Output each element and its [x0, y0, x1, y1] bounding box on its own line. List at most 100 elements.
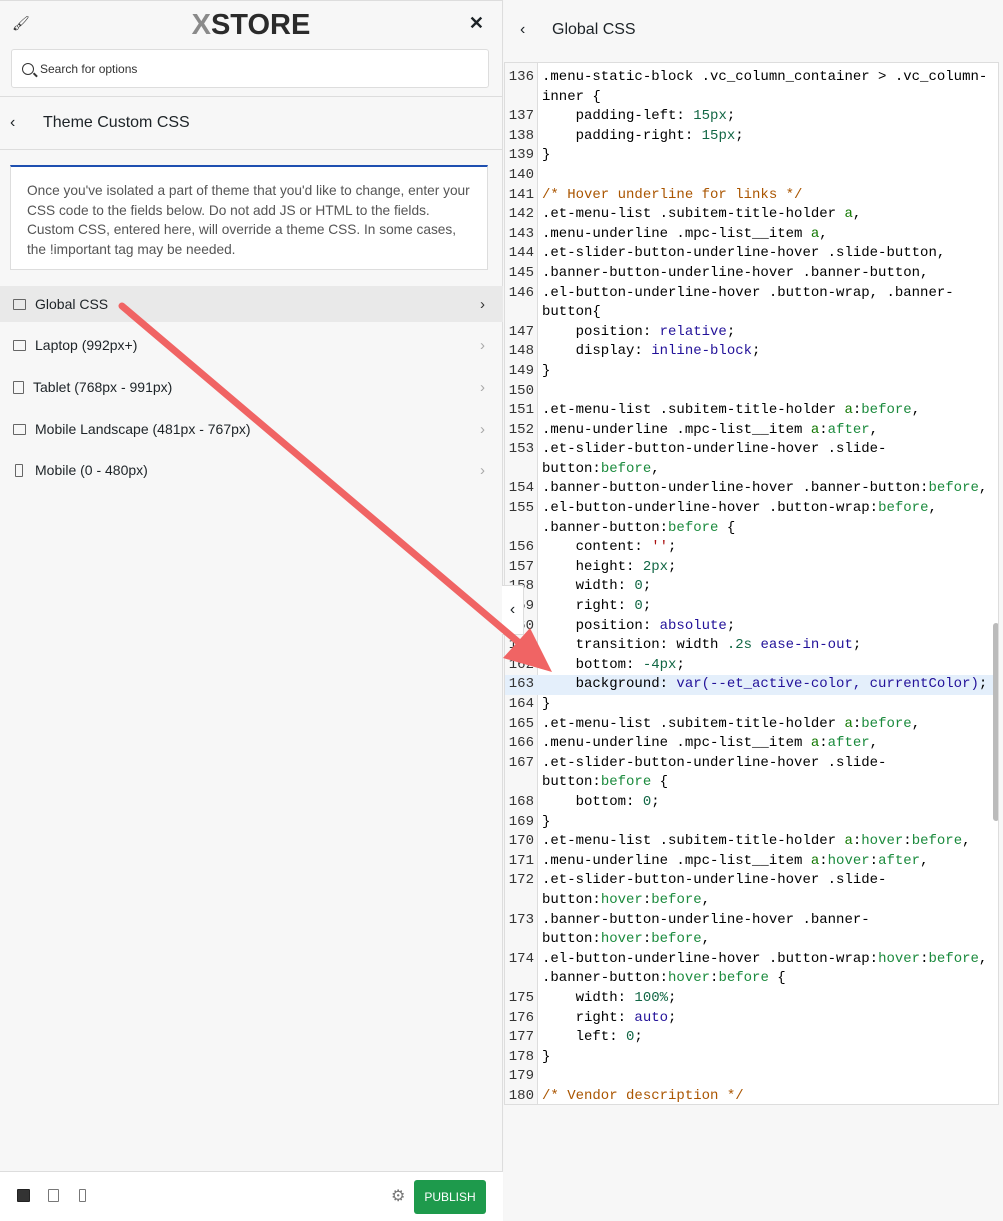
code-line[interactable]: 167 .et-slider-button-underline-hover .sl…: [505, 754, 998, 774]
code-line[interactable]: 180 /* Vendor description */: [505, 1087, 998, 1104]
scrollbar[interactable]: [993, 623, 998, 821]
code-text: .banner-button-underline-hover .banner-b…: [542, 479, 987, 499]
code-token: bottom:: [542, 656, 643, 673]
code-line[interactable]: 145 .banner-button-underline-hover .banne…: [505, 264, 998, 284]
code-text: padding-left: 15px;: [542, 107, 736, 127]
code-line[interactable]: 179: [505, 1067, 998, 1087]
code-line[interactable]: 154 .banner-button-underline-hover .banne…: [505, 479, 998, 499]
code-line[interactable]: button:hover:before,: [505, 930, 998, 950]
code-line[interactable]: 141 /* Hover underline for links */: [505, 186, 998, 206]
code-line[interactable]: 159 right: 0;: [505, 597, 998, 617]
menu-item-label: Mobile Landscape (481px - 767px): [35, 421, 251, 437]
code-line[interactable]: button:hover:before,: [505, 891, 998, 911]
code-text: }: [542, 813, 550, 833]
line-number: 169: [508, 813, 534, 830]
code-token: ;: [735, 127, 744, 144]
mobile-preview-icon[interactable]: [79, 1189, 86, 1202]
code-text: /* Vendor description */: [542, 1087, 744, 1104]
code-token: ;: [634, 1029, 643, 1046]
code-token: button:: [542, 931, 601, 948]
code-line[interactable]: 155 .el-button-underline-hover .button-wr…: [505, 499, 998, 519]
close-icon[interactable]: ✕: [469, 13, 484, 34]
mobile-icon: [15, 463, 23, 477]
code-line[interactable]: 137 padding-left: 15px;: [505, 107, 998, 127]
line-number: 179: [508, 1068, 534, 1085]
code-token: }: [542, 362, 551, 379]
code-text: .banner-button-underline-hover .banner-: [542, 911, 870, 931]
menu-item-tablet[interactable]: Tablet (768px - 991px) ›: [0, 369, 503, 405]
code-line[interactable]: 161 transition: width .2s ease-in-out;: [505, 636, 998, 656]
line-number: 137: [508, 108, 534, 125]
code-text: button{: [542, 303, 601, 323]
code-line[interactable]: 175 width: 100%;: [505, 989, 998, 1009]
code-line[interactable]: 164}: [505, 695, 998, 715]
code-line[interactable]: 162 bottom: -4px;: [505, 656, 998, 676]
line-number: 143: [508, 225, 534, 242]
menu-item-laptop[interactable]: Laptop (992px+) ›: [0, 327, 503, 363]
code-line[interactable]: 148 display: inline-block;: [505, 342, 998, 362]
menu-item-mobile-landscape[interactable]: Mobile Landscape (481px - 767px) ›: [0, 411, 503, 447]
code-line[interactable]: 142 .et-menu-list .subitem-title-holder a…: [505, 205, 998, 225]
code-line[interactable]: .banner-button:before {: [505, 519, 998, 539]
line-number: 152: [508, 421, 534, 438]
tablet-preview-icon[interactable]: [48, 1189, 59, 1202]
back-chevron-icon[interactable]: ‹: [504, 21, 552, 39]
back-chevron-icon[interactable]: ‹: [0, 114, 43, 132]
code-line[interactable]: 151 .et-menu-list .subitem-title-holder a…: [505, 401, 998, 421]
gear-icon[interactable]: ⚙: [391, 1186, 405, 1206]
code-line[interactable]: 173 .banner-button-underline-hover .banne…: [505, 911, 998, 931]
code-token: a: [844, 833, 853, 850]
code-line[interactable]: 147 position: relative;: [505, 323, 998, 343]
code-line[interactable]: 170 .et-menu-list .subitem-title-holder a…: [505, 832, 998, 852]
code-token: ,: [978, 950, 988, 967]
customizer-sidebar: 🖌︎ XSTORE ✕ ‹ Theme Custom CSS Once you'…: [0, 0, 503, 1221]
code-line[interactable]: 150: [505, 382, 998, 402]
code-line[interactable]: 153 .et-slider-button-underline-hover .sl…: [505, 440, 998, 460]
code-line[interactable]: 156 content: '';: [505, 538, 998, 558]
code-line[interactable]: 143 .menu-underline .mpc-list__item a,: [505, 225, 998, 245]
code-line[interactable]: inner {: [505, 88, 998, 108]
code-line[interactable]: 168 bottom: 0;: [505, 793, 998, 813]
code-line[interactable]: 160 position: absolute;: [505, 617, 998, 637]
search-input[interactable]: [40, 61, 440, 76]
code-line[interactable]: 174 .el-button-underline-hover .button-wr…: [505, 950, 998, 970]
publish-button[interactable]: PUBLISH: [414, 1180, 486, 1214]
code-line[interactable]: 140: [505, 166, 998, 186]
code-line[interactable]: button:before {: [505, 773, 998, 793]
code-line[interactable]: button{: [505, 303, 998, 323]
code-text: .banner-button-underline-hover .banner-b…: [542, 264, 928, 284]
search-options-field[interactable]: [11, 49, 489, 88]
code-line[interactable]: 178}: [505, 1048, 998, 1068]
code-line[interactable]: 176 right: auto;: [505, 1009, 998, 1029]
code-line[interactable]: 169}: [505, 813, 998, 833]
code-text: left: 0;: [542, 1028, 643, 1048]
code-line[interactable]: 157 height: 2px;: [505, 558, 998, 578]
code-token: ,: [962, 833, 971, 850]
code-line[interactable]: button:before,: [505, 460, 998, 480]
code-line[interactable]: 172 .et-slider-button-underline-hover .sl…: [505, 871, 998, 891]
code-token: before: [668, 519, 719, 536]
code-line[interactable]: 136 .menu-static-block .vc_column_contain…: [505, 68, 998, 88]
code-line[interactable]: 171 .menu-underline .mpc-list__item a:hov…: [505, 852, 998, 872]
code-line[interactable]: 152 .menu-underline .mpc-list__item a:aft…: [505, 421, 998, 441]
code-line[interactable]: 139}: [505, 146, 998, 166]
menu-item-mobile[interactable]: Mobile (0 - 480px) ›: [0, 452, 503, 488]
code-token: 0: [642, 793, 652, 810]
desktop-preview-icon[interactable]: [17, 1189, 30, 1202]
code-line[interactable]: 138 padding-right: 15px;: [505, 127, 998, 147]
code-line[interactable]: 177 left: 0;: [505, 1028, 998, 1048]
code-line[interactable]: 158 width: 0;: [505, 577, 998, 597]
code-token: right:: [542, 598, 635, 615]
code-token: before: [878, 500, 929, 517]
collapse-sidebar-button[interactable]: ‹: [502, 585, 524, 635]
code-line[interactable]: 166 .menu-underline .mpc-list__item a:aft…: [505, 734, 998, 754]
code-line[interactable]: .banner-button:hover:before {: [505, 969, 998, 989]
code-line[interactable]: 149}: [505, 362, 998, 382]
code-editor[interactable]: 136 .menu-static-block .vc_column_contain…: [504, 62, 999, 1105]
code-line[interactable]: 144 .et-slider-button-underline-hover .sl…: [505, 244, 998, 264]
code-line[interactable]: 165 .et-menu-list .subitem-title-holder a…: [505, 715, 998, 735]
menu-item-global-css[interactable]: Global CSS ›: [0, 286, 503, 322]
code-line[interactable]: 146 .el-button-underline-hover .button-wr…: [505, 284, 998, 304]
code-token: :: [852, 833, 862, 850]
code-line[interactable]: 163 background: var(--et_active-color, c…: [505, 675, 998, 695]
